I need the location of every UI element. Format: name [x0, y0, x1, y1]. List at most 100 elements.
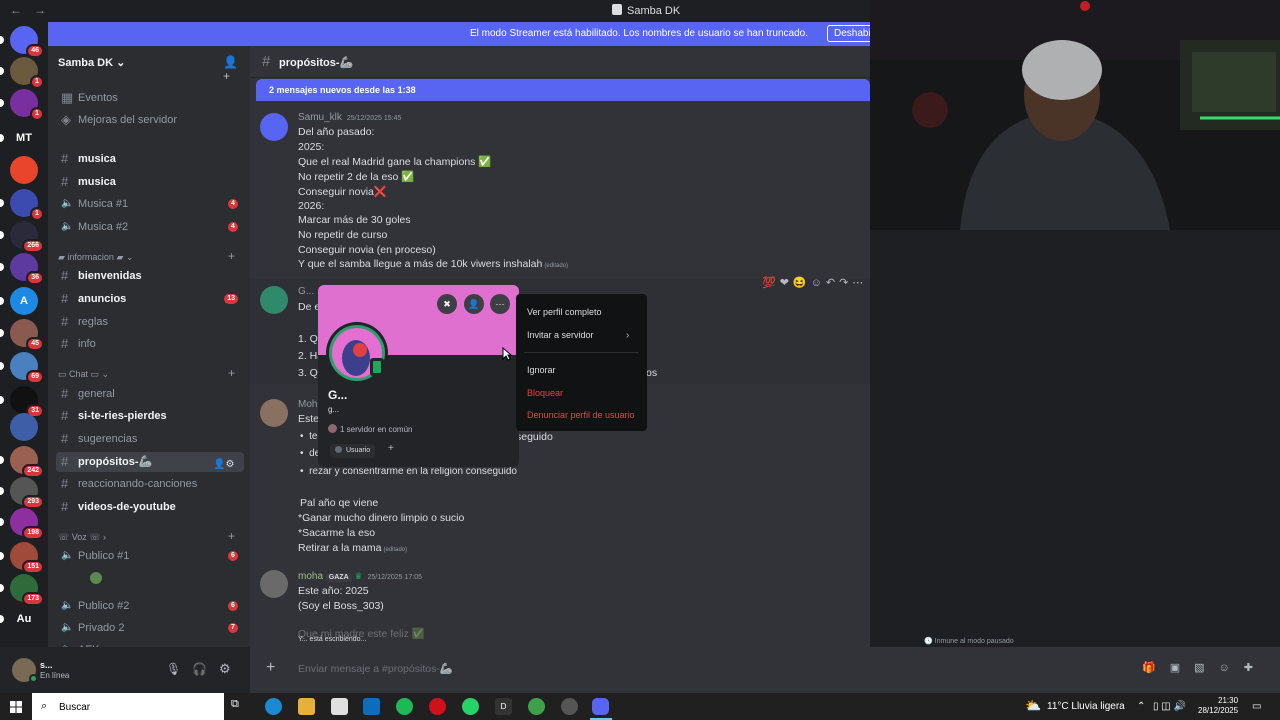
view-full-profile-item[interactable]: Ver perfil completo	[527, 307, 602, 317]
add-channel-icon[interactable]: +	[228, 529, 235, 543]
server-icon[interactable]: 242	[10, 446, 44, 478]
server-icon[interactable]: 173	[10, 574, 44, 606]
upload-plus-icon[interactable]: +	[266, 659, 275, 677]
text-channel[interactable]: # anuncios 13	[56, 289, 244, 309]
text-channel[interactable]: # sugerencias	[56, 429, 244, 449]
channel-settings-icons[interactable]: 👤⚙	[213, 459, 234, 470]
text-channel[interactable]: # musica	[56, 172, 244, 192]
voice-channel[interactable]: 🔈 Publico #1 6	[56, 546, 244, 566]
add-role-button[interactable]: +	[388, 443, 394, 454]
message-author[interactable]: moha GAZA ♛ 25/12/2025 17:05	[298, 571, 422, 582]
reaction-heart-icon[interactable]: ❤	[780, 277, 789, 289]
message-avatar[interactable]	[260, 286, 288, 314]
gif-icon[interactable]: ▣	[1170, 662, 1194, 674]
reply-icon[interactable]: ↶	[826, 277, 835, 289]
server-name-dropdown[interactable]: Samba DK ⌄	[58, 56, 125, 69]
server-icon[interactable]: 1	[10, 189, 44, 221]
mutual-servers[interactable]: 1 servidor en común	[328, 424, 412, 434]
new-messages-bar[interactable]: 2 mensajes nuevos desde las 1:38	[256, 79, 870, 101]
block-item[interactable]: Bloquear	[527, 388, 563, 398]
taskbar-clock[interactable]: 21:30 28/12/2025	[1198, 696, 1238, 716]
more-icon[interactable]: ⋯	[852, 277, 863, 289]
obs-icon[interactable]	[561, 698, 578, 715]
microphone-icon[interactable]: 🎙	[166, 662, 181, 676]
invite-people-icon[interactable]: 👤+	[223, 55, 238, 83]
voice-member-avatar[interactable]	[88, 570, 104, 586]
text-channel[interactable]: # bienvenidas	[56, 266, 244, 286]
server-boost-item[interactable]: ◈ Mejoras del servidor	[56, 110, 244, 130]
whatsapp-icon[interactable]	[462, 698, 479, 715]
opera-icon[interactable]	[429, 698, 446, 715]
emoji-icon[interactable]: ☺	[1219, 662, 1244, 674]
server-icon[interactable]: MT	[10, 124, 38, 152]
headphones-icon[interactable]: 🎧	[192, 662, 207, 676]
server-icon[interactable]	[10, 156, 38, 184]
add-channel-icon[interactable]: +	[228, 366, 235, 380]
server-icon[interactable]: 46	[10, 26, 44, 58]
category-chat[interactable]: ▭ Chat ▭ ⌄	[58, 369, 109, 380]
category-voz[interactable]: ☏ Voz ☏ ›	[58, 532, 106, 543]
chrome-icon[interactable]	[528, 698, 545, 715]
server-icon[interactable]: A	[10, 287, 38, 315]
back-forward-arrows-icon[interactable]: ←→	[10, 3, 58, 17]
app-d-icon[interactable]: D	[495, 698, 512, 715]
voice-channel[interactable]: 🔈AFK	[56, 640, 244, 647]
server-icon[interactable]: Au	[10, 605, 38, 633]
nitro-icon[interactable]: ✖	[437, 294, 457, 314]
server-icon[interactable]: 31	[10, 386, 44, 418]
server-icon[interactable]: 45	[10, 319, 44, 351]
voice-channel[interactable]: 🔈 Musica #2 4	[56, 217, 244, 237]
text-channel[interactable]: # reglas	[56, 312, 244, 332]
server-icon[interactable]: 198	[10, 508, 44, 540]
category-informacion[interactable]: ▰ informacion ▰ ⌄	[58, 252, 133, 263]
message-author[interactable]: Samu_klk 25/12/2025 15:45	[298, 112, 401, 123]
voice-channel[interactable]: 🔈 Musica #1 4	[56, 194, 244, 214]
store-icon[interactable]	[331, 698, 348, 715]
voice-channel[interactable]: 🔈 Privado 2 7	[56, 618, 244, 638]
text-channel[interactable]: # general	[56, 384, 244, 404]
text-channel[interactable]: # musica	[56, 149, 244, 169]
text-channel[interactable]: # si-te-ries-pierdes	[56, 406, 244, 426]
task-view-icon[interactable]: ⧉	[231, 698, 248, 715]
edge-icon[interactable]	[265, 698, 282, 715]
windows-start-icon[interactable]	[10, 701, 22, 713]
events-item[interactable]: ▦ Eventos	[56, 88, 244, 108]
text-channel[interactable]: # reaccionando-canciones	[56, 474, 244, 494]
message-author[interactable]: Moh	[298, 399, 317, 410]
server-icon[interactable]	[10, 413, 38, 441]
apps-icon[interactable]: ✚	[1244, 662, 1267, 674]
discord-avatar[interactable]	[260, 113, 288, 141]
weather-icon[interactable]: ⛅	[1025, 698, 1041, 714]
message-avatar[interactable]	[260, 399, 288, 427]
server-icon[interactable]: 151	[10, 542, 44, 574]
voice-channel[interactable]: 🔈 Publico #2 6	[56, 596, 244, 616]
add-friend-icon[interactable]: 👤	[464, 294, 484, 314]
reaction-laugh-icon[interactable]: 😆	[793, 277, 807, 289]
taskbar-search[interactable]: ⌕ Buscar	[32, 693, 224, 720]
more-options-icon[interactable]: ⋯	[490, 294, 510, 314]
reaction-100-icon[interactable]: 💯	[762, 277, 776, 289]
text-channel[interactable]: # info	[56, 334, 244, 354]
server-icon[interactable]: 1	[10, 57, 44, 89]
text-channel[interactable]: # videos-de-youtube	[56, 497, 244, 517]
message-input[interactable]: Enviar mensaje a #propósitos-🦾	[298, 662, 453, 675]
server-icon[interactable]: 69	[10, 352, 44, 384]
server-icon[interactable]: 266	[10, 221, 44, 253]
message-author[interactable]: G...	[298, 286, 314, 297]
ignore-item[interactable]: Ignorar	[527, 365, 556, 375]
server-icon[interactable]: 1	[10, 89, 44, 121]
user-settings-icon[interactable]: ⚙	[219, 661, 231, 677]
add-channel-icon[interactable]: +	[228, 249, 235, 263]
notifications-icon[interactable]: ▭	[1252, 701, 1261, 712]
spotify-icon[interactable]	[396, 698, 413, 715]
discord-icon[interactable]	[592, 698, 609, 715]
report-profile-item[interactable]: Denunciar perfil de usuario	[527, 410, 635, 420]
message-avatar[interactable]	[260, 570, 288, 598]
tray-chevron-icon[interactable]: ⌃	[1137, 701, 1145, 712]
server-icon[interactable]: 293	[10, 477, 44, 509]
sticker-icon[interactable]: ▧	[1194, 662, 1218, 674]
profile-avatar[interactable]	[326, 322, 388, 384]
file-explorer-icon[interactable]	[298, 698, 315, 715]
invite-to-server-item[interactable]: Invitar a servidor	[527, 330, 594, 340]
tray-network-icons[interactable]: ▯ ◫ 🔊	[1153, 701, 1186, 712]
